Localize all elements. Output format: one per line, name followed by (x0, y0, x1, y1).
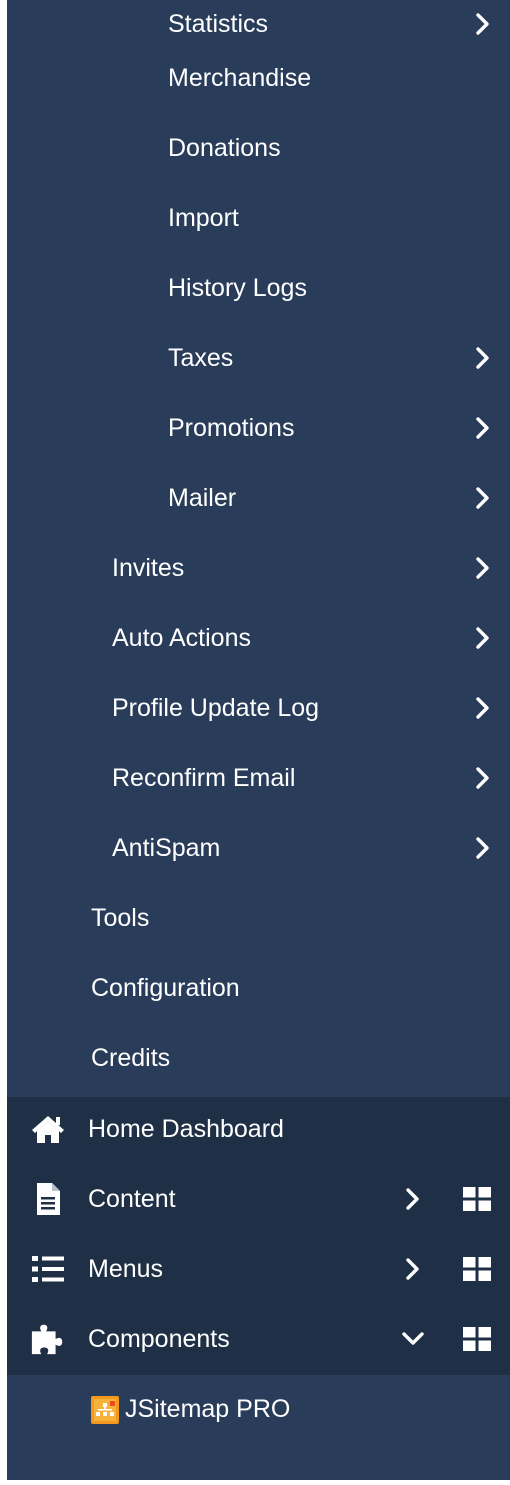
menu-item-configuration[interactable]: Configuration (7, 953, 510, 1023)
chevron-right-icon[interactable] (401, 1257, 425, 1281)
menu-item-label: JSitemap PRO (125, 1394, 291, 1423)
puzzle-icon (30, 1321, 66, 1357)
menu-item-merchandise[interactable]: Merchandise (7, 43, 510, 113)
chevron-right-icon[interactable] (471, 766, 495, 790)
chevron-right-icon[interactable] (471, 556, 495, 580)
menu-item-label: Statistics (168, 9, 269, 38)
menu-item-label: Tools (91, 903, 150, 932)
menu-item-label: Menus (88, 1254, 164, 1283)
menu-item-label: Reconfirm Email (112, 763, 296, 792)
menu-item-label: History Logs (168, 273, 307, 302)
file-icon (30, 1181, 66, 1217)
chevron-right-icon[interactable] (471, 416, 495, 440)
menu-item-import[interactable]: Import (7, 183, 510, 253)
menu-item-label: Credits (91, 1043, 171, 1072)
menu-item-label: Auto Actions (112, 623, 251, 652)
dashboard-grid-icon[interactable] (463, 1187, 491, 1211)
chevron-right-icon[interactable] (471, 836, 495, 860)
list-icon (30, 1251, 66, 1287)
dashboard-grid-icon[interactable] (463, 1327, 491, 1351)
menu-item-menus[interactable]: Menus (7, 1234, 510, 1304)
menu-item-label: Merchandise (168, 63, 312, 92)
sidebar-menu: Statistics Merchandise Donations Import … (7, 0, 510, 1485)
chevron-right-icon[interactable] (471, 626, 495, 650)
menu-item-reconfirm-email[interactable]: Reconfirm Email (7, 743, 510, 813)
menu-item-invites[interactable]: Invites (7, 533, 510, 603)
menu-item-label: Promotions (168, 413, 295, 442)
menu-item-content[interactable]: Content (7, 1164, 510, 1234)
menu-item-jsitemap-pro[interactable]: JSitemap PRO (7, 1374, 510, 1444)
menu-item-home-dashboard[interactable]: Home Dashboard (7, 1094, 510, 1164)
menu-item-label: Import (168, 203, 239, 232)
menu-item-antispam[interactable]: AntiSpam (7, 813, 510, 883)
menu-item-label: Content (88, 1184, 176, 1213)
dashboard-grid-icon[interactable] (463, 1257, 491, 1281)
menu-item-auto-actions[interactable]: Auto Actions (7, 603, 510, 673)
menu-item-label: Home Dashboard (88, 1114, 284, 1143)
menu-item-taxes[interactable]: Taxes (7, 323, 510, 393)
chevron-down-icon[interactable] (401, 1327, 425, 1351)
menu-item-promotions[interactable]: Promotions (7, 393, 510, 463)
menu-item-components[interactable]: Components (7, 1304, 510, 1374)
menu-item-label: Mailer (168, 483, 237, 512)
menu-item-donations[interactable]: Donations (7, 113, 510, 183)
menu-item-tools[interactable]: Tools (7, 883, 510, 953)
menu-item-mailer[interactable]: Mailer (7, 463, 510, 533)
chevron-right-icon[interactable] (471, 346, 495, 370)
chevron-right-icon[interactable] (471, 12, 495, 36)
home-icon (30, 1111, 66, 1147)
menu-item-history-logs[interactable]: History Logs (7, 253, 510, 323)
menu-item-label: Profile Update Log (112, 693, 320, 722)
menu-item-label: Donations (168, 133, 281, 162)
chevron-right-icon[interactable] (471, 696, 495, 720)
menu-item-credits[interactable]: Credits (7, 1023, 510, 1093)
jsitemap-icon (91, 1396, 119, 1424)
menu-item-label: AntiSpam (112, 833, 221, 862)
chevron-right-icon[interactable] (471, 486, 495, 510)
menu-item-label: Taxes (168, 343, 234, 372)
menu-item-label: Components (88, 1324, 230, 1353)
menu-item-profile-update-log[interactable]: Profile Update Log (7, 673, 510, 743)
menu-item-label: Invites (112, 553, 185, 582)
menu-item-label: Configuration (91, 973, 240, 1002)
chevron-right-icon[interactable] (401, 1187, 425, 1211)
